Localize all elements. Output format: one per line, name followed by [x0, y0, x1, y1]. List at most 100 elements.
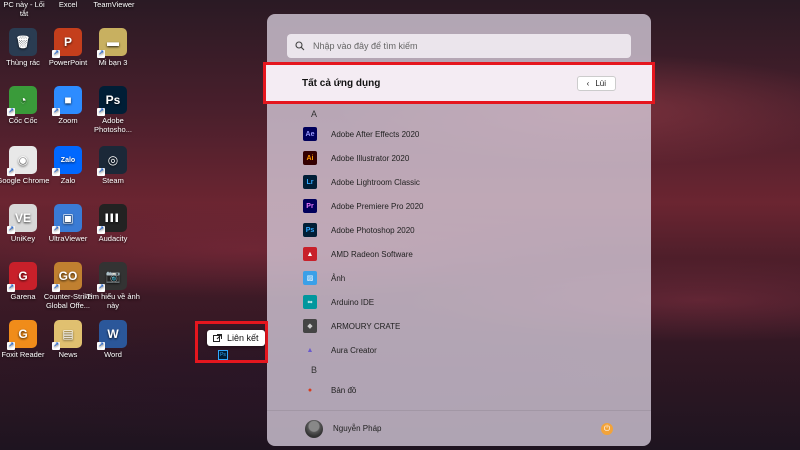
app-icon: 🗑 — [9, 28, 37, 56]
app-list-item[interactable]: ● Bản đồ — [303, 378, 633, 402]
app-icon-glyph: ▌▌▌ — [105, 214, 121, 222]
avatar[interactable] — [305, 419, 323, 438]
app-icon-glyph: VE — [14, 210, 31, 225]
shortcut-arrow-icon: ↗ — [97, 108, 105, 116]
app-icon-glyph: ◔ — [19, 92, 27, 107]
app-icon: 📷 ↗ — [97, 262, 127, 292]
start-menu: Tất cả ứng dụng ‹ Lùi A Ae Adobe After Eff… — [263, 14, 655, 446]
app-icon: VE ↗ — [7, 204, 37, 234]
chevron-left-icon: ‹ — [586, 78, 590, 88]
app-icon: ▣ ↗ — [52, 204, 82, 234]
desktop-icon[interactable]: Ps ↗ Adobe Photosho... — [85, 86, 141, 134]
app-icon-glyph: ◉ — [17, 152, 29, 167]
app-icon: Ps ↗ — [97, 86, 127, 116]
app-icon: P ↗ — [52, 28, 82, 58]
shortcut-arrow-icon: ↗ — [52, 168, 60, 176]
app-list-item[interactable]: Ae Adobe After Effects 2020 — [303, 122, 633, 146]
app-icon: ■ ↗ — [52, 86, 82, 116]
app-icon: ◎ ↗ — [97, 146, 127, 176]
photoshop-drag-icon: Ps — [218, 350, 228, 360]
shortcut-arrow-icon: ↗ — [7, 168, 15, 176]
search-box[interactable] — [287, 34, 631, 58]
all-apps-header: Tất cả ứng dụng ‹ Lùi — [263, 62, 655, 104]
app-icon-glyph: P — [63, 34, 72, 49]
desktop-icon[interactable]: ▌▌▌ ↗ Audacity — [85, 204, 141, 243]
app-icon: ◉ ↗ — [7, 146, 37, 176]
shortcut-arrow-icon: ↗ — [52, 108, 60, 116]
app-icon-glyph: ▬ — [107, 34, 119, 49]
desktop-icon-label: Word — [104, 350, 122, 359]
app-icon: ▌▌▌ ↗ — [97, 204, 127, 234]
desktop-icon-label: Tìm hiểu về ảnh này — [86, 292, 140, 310]
app-icon-glyph: G — [18, 326, 28, 341]
app-icon: Pr — [303, 199, 317, 213]
shortcut-arrow-icon: ↗ — [7, 226, 15, 234]
app-list-item[interactable]: ∞ Arduino IDE — [303, 290, 633, 314]
shortcut-arrow-icon: ↗ — [52, 284, 60, 292]
desktop-icon[interactable]: ◎ ↗ Steam — [85, 146, 141, 185]
search-input[interactable] — [313, 41, 613, 51]
shortcut-arrow-icon: ↗ — [97, 284, 105, 292]
desktop-icon[interactable]: ▬ ↗ Mi bạn 3 — [85, 28, 141, 67]
shortcut-arrow-icon: ↗ — [97, 342, 105, 350]
app-icon-glyph: ◎ — [107, 152, 119, 167]
app-list-item[interactable]: ▲ AMD Radeon Software — [303, 242, 633, 266]
app-icon: Ai — [303, 151, 317, 165]
app-icon: ◆ — [303, 319, 317, 333]
app-name: Adobe After Effects 2020 — [331, 129, 420, 139]
start-footer: Nguyễn Pháp ⏻ — [267, 410, 651, 446]
app-icon-glyph: ▣ — [62, 210, 74, 225]
external-link-icon — [213, 333, 222, 342]
app-icon: Ps — [303, 223, 317, 237]
app-list-item[interactable]: Lr Adobe Lightroom Classic — [303, 170, 633, 194]
back-button[interactable]: ‹ Lùi — [576, 75, 616, 91]
app-icon-glyph: Zalo — [60, 156, 76, 164]
app-name: Adobe Premiere Pro 2020 — [331, 201, 424, 211]
drag-link-highlight: Liên kết Ps — [195, 321, 268, 363]
app-name: Adobe Lightroom Classic — [331, 177, 420, 187]
app-list-item[interactable]: ▨ Ảnh — [303, 266, 633, 290]
shortcut-arrow-icon: ↗ — [97, 168, 105, 176]
app-name: Arduino IDE — [331, 297, 375, 307]
app-icon: ● — [307, 386, 313, 394]
app-name: Adobe Photoshop 2020 — [331, 225, 415, 235]
group-letter[interactable]: B — [303, 362, 633, 378]
shortcut-arrow-icon: ↗ — [52, 342, 60, 350]
app-list-item[interactable]: Ps Adobe Photoshop 2020 — [303, 218, 633, 242]
app-icon: ▲ — [303, 247, 317, 261]
back-label: Lùi — [595, 78, 606, 88]
shortcut-arrow-icon: ↗ — [97, 226, 105, 234]
app-icon: ▨ — [303, 271, 317, 285]
app-name: Adobe Illustrator 2020 — [331, 153, 410, 163]
apps-list: A Ae Adobe After Effects 2020 Ai Adobe Illus… — [303, 106, 633, 402]
desktop-label-pc[interactable]: PC này - Lối tắt — [2, 0, 46, 18]
group-letter[interactable]: A — [303, 106, 633, 122]
app-icon-glyph: W — [107, 326, 119, 341]
app-icon: ▲ — [306, 346, 314, 354]
app-icon-glyph: ▤ — [62, 326, 74, 341]
app-list-item[interactable]: ▲ Aura Creator — [303, 338, 633, 362]
app-icon: ∞ — [303, 295, 317, 309]
desktop-icon-label: Mi bạn 3 — [98, 58, 128, 67]
app-list-item[interactable]: ◆ ARMOURY CRATE — [303, 314, 633, 338]
app-icon-glyph: G — [18, 268, 28, 283]
search-icon — [295, 41, 305, 51]
app-icon: Lr — [303, 175, 317, 189]
app-name: Aura Creator — [331, 345, 377, 355]
app-icon: G ↗ — [7, 262, 37, 292]
app-list-item[interactable]: Ai Adobe Illustrator 2020 — [303, 146, 633, 170]
app-name: AMD Radeon Software — [331, 249, 413, 259]
app-icon: ◔ ↗ — [7, 86, 37, 116]
power-icon[interactable]: ⏻ — [601, 423, 613, 435]
desktop-icon[interactable]: W ↗ Word — [85, 320, 141, 359]
app-icon: Zalo ↗ — [52, 146, 82, 176]
shortcut-arrow-icon: ↗ — [7, 342, 15, 350]
app-icon-glyph: 📷 — [105, 268, 121, 283]
app-icon-glyph: ■ — [64, 92, 72, 107]
app-list-item[interactable]: Pr Adobe Premiere Pro 2020 — [303, 194, 633, 218]
desktop-label-teamviewer[interactable]: TeamViewer — [88, 0, 140, 9]
desktop-icon[interactable]: 📷 ↗ Tìm hiểu về ảnh này — [85, 262, 141, 310]
user-name[interactable]: Nguyễn Pháp — [333, 424, 381, 433]
desktop-label-excel[interactable]: Excel — [48, 0, 88, 9]
app-name: ARMOURY CRATE — [331, 321, 401, 331]
